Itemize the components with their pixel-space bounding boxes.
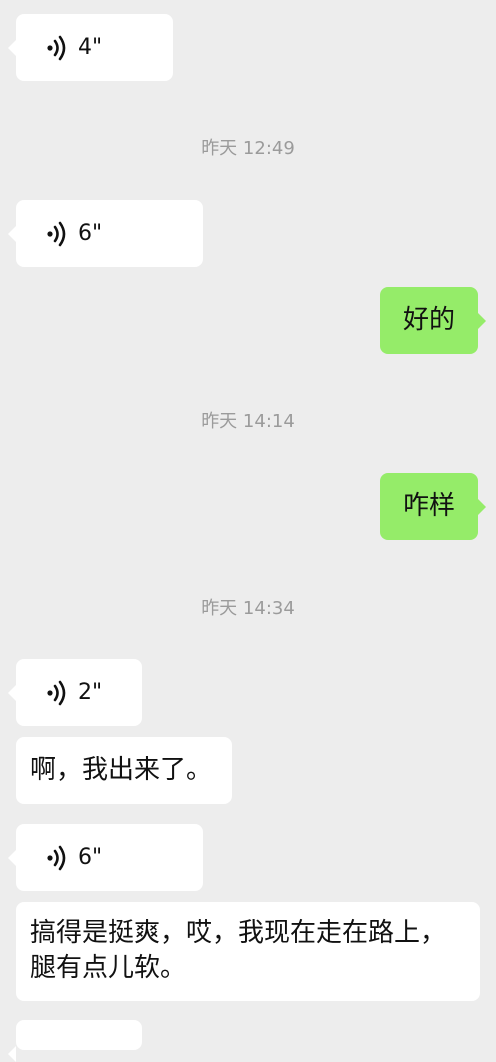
timestamp: 昨天 14:34	[201, 598, 295, 619]
text-message-outgoing[interactable]: 咋样	[380, 473, 486, 540]
voice-message[interactable]	[8, 1020, 142, 1062]
voice-duration: 4"	[78, 34, 103, 60]
voice-duration: 2"	[78, 679, 103, 705]
message-text: 啊，我出来了。	[30, 755, 213, 785]
voice-wave-icon	[47, 221, 66, 246]
voice-wave-icon	[47, 35, 66, 60]
voice-message[interactable]: 4"	[8, 14, 173, 81]
text-message-incoming[interactable]: 搞得是挺爽，哎，我现在走在路上，腿有点儿软。	[16, 902, 480, 1001]
timestamp: 昨天 12:49	[201, 138, 295, 159]
voice-message[interactable]: 2"	[8, 659, 142, 726]
voice-message[interactable]: 6"	[8, 200, 203, 267]
voice-duration: 6"	[78, 844, 103, 870]
message-text: 搞得是挺爽，哎，我现在走在路上，腿有点儿软。	[30, 918, 447, 983]
voice-message[interactable]: 6"	[8, 824, 203, 891]
voice-wave-icon	[47, 680, 66, 705]
voice-duration: 6"	[78, 220, 103, 246]
message-text: 咋样	[402, 491, 455, 521]
text-message-incoming[interactable]: 啊，我出来了。	[16, 737, 232, 804]
chat-history: 4" 昨天 12:49 6" 好的 昨天 14:14 咋样 昨天 14:34 2…	[0, 0, 496, 1062]
voice-wave-icon	[47, 845, 66, 870]
text-message-outgoing[interactable]: 好的	[380, 287, 486, 354]
message-text: 好的	[402, 305, 455, 335]
timestamp: 昨天 14:14	[201, 411, 295, 432]
